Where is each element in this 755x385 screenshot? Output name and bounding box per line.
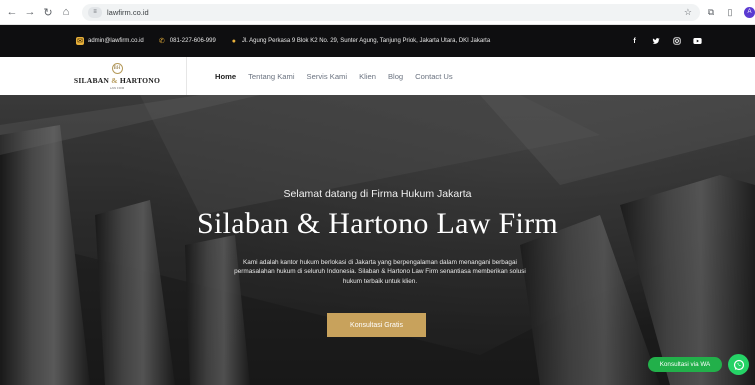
logo-name-right: HARTONO bbox=[119, 75, 161, 85]
phone-contact[interactable]: ✆ 081-227-606-999 bbox=[158, 37, 216, 45]
home-icon[interactable]: ⌂ bbox=[58, 4, 74, 20]
hero-section: Selamat datang di Firma Hukum Jakarta Si… bbox=[0, 95, 755, 385]
whatsapp-label[interactable]: Konsultasi via WA bbox=[648, 357, 722, 372]
instagram-icon[interactable] bbox=[670, 35, 683, 48]
nav-divider bbox=[186, 57, 187, 95]
twitter-icon[interactable] bbox=[649, 35, 662, 48]
browser-toolbar: ← → ↻ ⌂ ≡ lawfirm.co.id ☆ ⧉ ▯ A bbox=[0, 0, 755, 25]
address-contact: ● Jl. Agung Perkasa 9 Blok K2 No. 29, Su… bbox=[230, 37, 491, 45]
extensions-icon[interactable]: ⧉ bbox=[706, 7, 716, 17]
profile-avatar[interactable]: A bbox=[744, 6, 755, 18]
forward-icon[interactable]: → bbox=[22, 4, 38, 20]
facebook-icon[interactable]: f bbox=[628, 35, 641, 48]
nav-home[interactable]: Home bbox=[215, 72, 236, 81]
browser-actions: ⧉ ▯ A bbox=[706, 6, 755, 18]
contact-topbar: ✉ admin@lawfirm.co.id ✆ 081-227-606-999 … bbox=[0, 25, 755, 57]
browser-nav-buttons: ← → ↻ ⌂ bbox=[4, 4, 74, 20]
address-bar[interactable]: ≡ lawfirm.co.id ☆ bbox=[82, 3, 700, 21]
logo-ampersand: & bbox=[111, 75, 118, 85]
main-navbar: BH SILABAN & HARTONO LAW FIRM Home Tenta… bbox=[0, 57, 755, 95]
whatsapp-icon[interactable] bbox=[728, 354, 749, 375]
logo-tagline: LAW FIRM bbox=[109, 85, 125, 90]
nav-klien[interactable]: Klien bbox=[359, 72, 376, 81]
phone-icon: ✆ bbox=[158, 38, 165, 45]
email-text: admin@lawfirm.co.id bbox=[88, 38, 144, 44]
site-logo[interactable]: BH SILABAN & HARTONO LAW FIRM bbox=[62, 59, 172, 93]
side-panel-icon[interactable]: ▯ bbox=[725, 7, 735, 17]
nav-tentang-kami[interactable]: Tentang Kami bbox=[248, 72, 294, 81]
site-info-icon[interactable]: ≡ bbox=[88, 6, 102, 18]
hero-headline: Silaban & Hartono Law Firm bbox=[196, 207, 559, 240]
location-pin-icon: ● bbox=[231, 37, 236, 45]
back-icon[interactable]: ← bbox=[4, 4, 20, 20]
social-links: f bbox=[628, 35, 704, 48]
nav-blog[interactable]: Blog bbox=[388, 72, 403, 81]
nav-servis-kami[interactable]: Servis Kami bbox=[307, 72, 348, 81]
url-text: lawfirm.co.id bbox=[107, 7, 149, 17]
reload-icon[interactable]: ↻ bbox=[40, 4, 56, 20]
envelope-icon: ✉ bbox=[76, 37, 84, 45]
konsultasi-gratis-button[interactable]: Konsultasi Gratis bbox=[327, 313, 426, 337]
logo-name-left: SILABAN bbox=[73, 75, 110, 85]
address-text: Jl. Agung Perkasa 9 Blok K2 No. 29, Sunt… bbox=[241, 38, 491, 44]
email-contact[interactable]: ✉ admin@lawfirm.co.id bbox=[76, 37, 144, 45]
logo-wordmark: SILABAN & HARTONO bbox=[74, 76, 160, 85]
primary-menu: Home Tentang Kami Servis Kami Klien Blog… bbox=[215, 72, 453, 81]
hero-description: Kami adalah kantor hukum berlokasi di Ja… bbox=[234, 259, 526, 285]
youtube-icon[interactable] bbox=[691, 35, 704, 48]
logo-emblem: BH bbox=[111, 62, 123, 74]
hero-welcome-text: Selamat datang di Firma Hukum Jakarta bbox=[283, 188, 472, 200]
bookmark-star-icon[interactable]: ☆ bbox=[684, 7, 692, 18]
phone-text: 081-227-606-999 bbox=[169, 38, 216, 44]
nav-contact-us[interactable]: Contact Us bbox=[415, 72, 453, 81]
hero-content: Selamat datang di Firma Hukum Jakarta Si… bbox=[0, 95, 755, 385]
